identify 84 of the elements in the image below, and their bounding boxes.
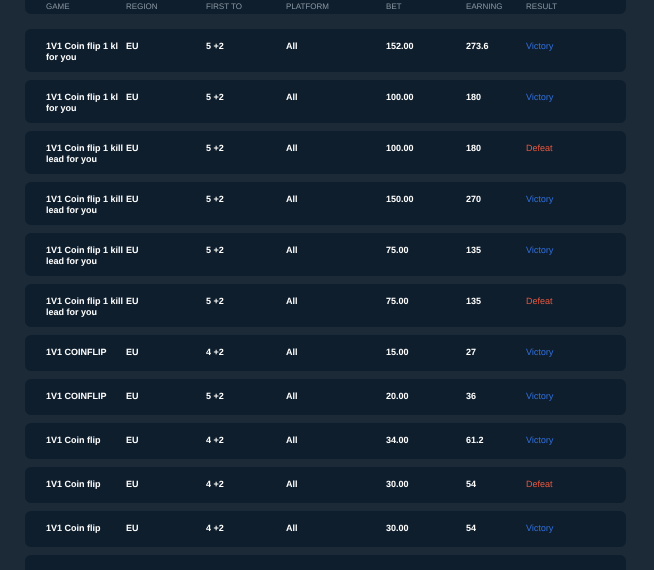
game-cell-text: 1V1 Coin flip 1 kill lead for you [46,143,124,165]
region-cell-text: EU [126,479,139,491]
game-cell-text: 1V1 Coin flip 1 kill lead for you [46,194,124,216]
bet-cell-text: 30.00 [386,479,409,491]
bet-cell-text: 150.00 [386,194,414,206]
platform-cell-text: All [286,479,298,491]
first-to-cell-text: 5 +2 [206,92,224,104]
result-cell-text: Victory [526,435,554,447]
column-header: REGION [126,1,158,12]
platform-cell-text: All [286,523,298,535]
result-cell-text: Victory [526,347,554,359]
earning-cell-text: 61.2 [466,435,484,447]
game-cell-text: 1V1 Coin flip 1 kl for you [46,92,120,114]
first-to-cell-text: 4 +2 [206,435,224,447]
earning-cell-text: 135 [466,245,482,257]
platform-cell-text: All [286,194,298,206]
game-cell-text: 1V1 COINFLIP [46,347,108,359]
game-cell-text: 1V1 Coin flip 1 kill lead for you [46,245,124,267]
result-cell-text: Victory [526,92,554,104]
result-cell-text: Victory [526,41,554,53]
earning-cell-text: 54 [466,479,476,491]
region-cell-text: EU [126,194,139,206]
bet-cell-text: 20.00 [386,391,409,403]
first-to-cell-text: 4 +2 [206,479,224,491]
result-cell-text: Victory [526,194,554,206]
region-cell-text: EU [126,41,139,53]
result-cell-text: Defeat [526,143,553,155]
earning-cell-text: 180 [466,143,482,155]
platform-cell-text: All [286,391,298,403]
platform-cell-text: All [286,41,298,53]
first-to-cell-text: 4 +2 [206,523,224,535]
column-header: GAME [46,1,71,12]
region-cell-text: EU [126,92,139,104]
earning-cell-text: 180 [466,92,482,104]
platform-cell-text: All [286,296,298,308]
first-to-cell-text: 5 +2 [206,41,224,53]
platform-cell-text: All [286,143,298,155]
game-cell-text: 1V1 Coin flip [46,435,102,447]
region-cell-text: EU [126,143,139,155]
result-cell-text: Defeat [526,479,553,491]
region-cell-text: EU [126,245,139,257]
earning-cell-text: 135 [466,296,482,308]
bet-cell-text: 75.00 [386,245,409,257]
earning-cell-text: 27 [466,347,476,359]
platform-cell-text: All [286,245,298,257]
earning-cell-text: 270 [466,194,482,206]
game-cell-text: 1V1 Coin flip [46,523,102,535]
bet-cell-text: 15.00 [386,347,409,359]
region-cell-text: EU [126,347,139,359]
bet-cell-text: 30.00 [386,523,409,535]
bet-cell-text: 34.00 [386,435,409,447]
bet-cell-text: 152.00 [386,41,414,53]
column-header: EARNING [466,1,502,12]
region-cell-text: EU [126,391,139,403]
game-cell-text: 1V1 Coin flip [46,479,102,491]
result-cell-text: Victory [526,245,554,257]
platform-cell-text: All [286,347,298,359]
region-cell-text: EU [126,296,139,308]
column-header: RESULT [526,1,557,12]
first-to-cell-text: 5 +2 [206,296,224,308]
first-to-cell-text: 5 +2 [206,143,224,155]
game-cell-text: 1V1 Coin flip 1 kill lead for you [46,296,124,318]
first-to-cell-text: 5 +2 [206,391,224,403]
platform-cell-text: All [286,92,298,104]
earning-cell-text: 36 [466,391,476,403]
result-cell-text: Defeat [526,296,553,308]
game-cell-text: 1V1 Coin flip 1 kl for you [46,41,120,63]
region-cell-text: EU [126,523,139,535]
bet-cell-text: 100.00 [386,143,414,155]
result-cell-text: Victory [526,391,554,403]
region-cell-text: EU [126,435,139,447]
column-header: BET [386,1,402,12]
earning-cell-text: 273.6 [466,41,489,53]
earning-cell-text: 54 [466,523,476,535]
column-header: PLATFORM [286,1,329,12]
bet-cell-text: 75.00 [386,296,409,308]
first-to-cell-text: 4 +2 [206,347,224,359]
column-header: FIRST TO [206,1,242,12]
bet-cell-text: 100.00 [386,92,414,104]
first-to-cell-text: 5 +2 [206,194,224,206]
platform-cell-text: All [286,435,298,447]
result-cell-text: Victory [526,523,554,535]
game-cell-text: 1V1 COINFLIP [46,391,108,403]
first-to-cell-text: 5 +2 [206,245,224,257]
